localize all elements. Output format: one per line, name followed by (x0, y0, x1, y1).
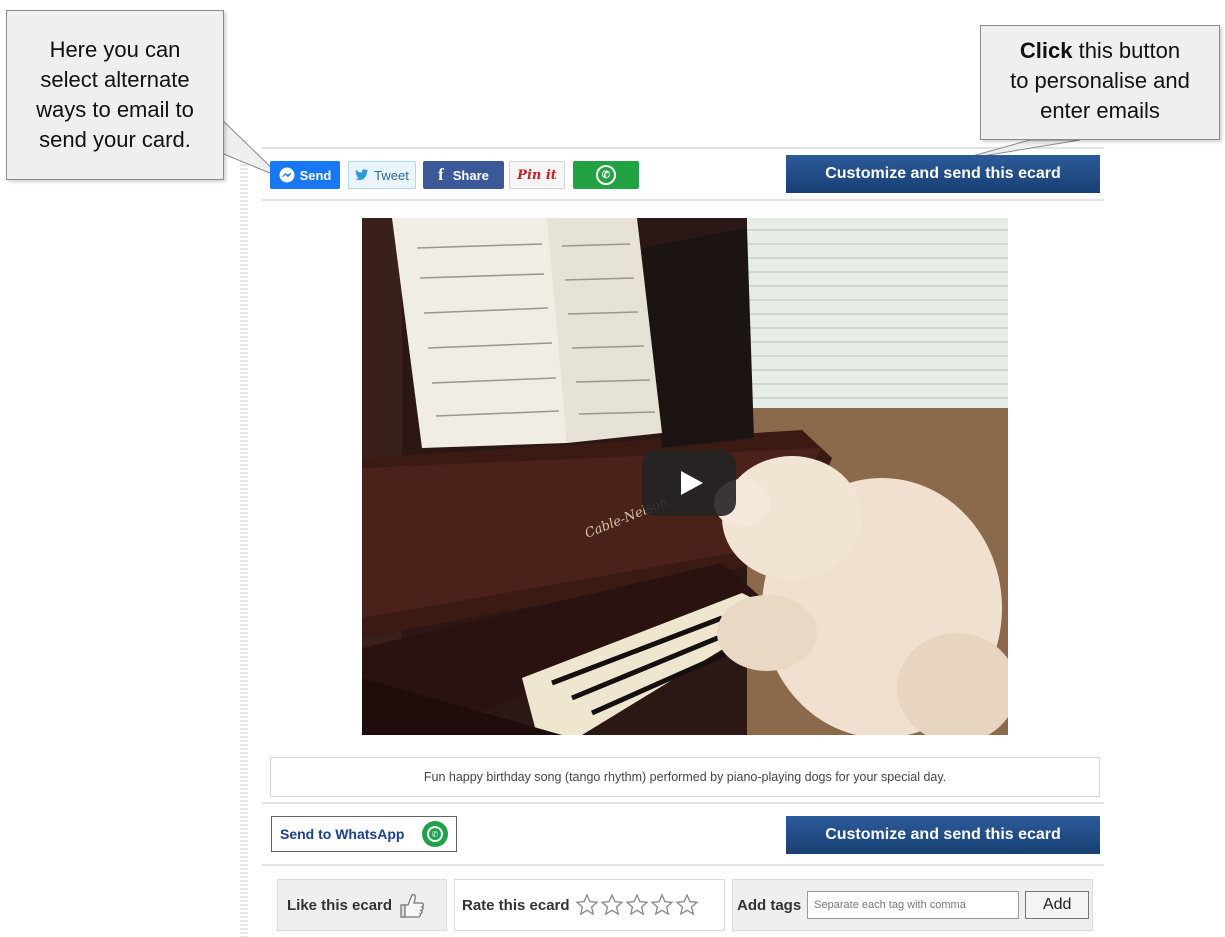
play-button[interactable] (642, 450, 736, 516)
callout-text: enter emails (1040, 98, 1160, 123)
divider-caption (262, 802, 1104, 804)
page-frame-border (240, 140, 248, 937)
star-icon[interactable] (574, 893, 599, 917)
like-label: Like this ecard (287, 896, 393, 914)
add-tag-button[interactable]: Add (1025, 891, 1090, 919)
video-player[interactable]: Cable-Nelson (362, 218, 1008, 735)
star-icon[interactable] (599, 893, 624, 917)
tags-input[interactable] (807, 891, 1020, 919)
facebook-label: Share (452, 167, 489, 183)
whatsapp-icon: ✆ (596, 165, 616, 185)
messenger-label: Send (299, 167, 332, 183)
callout-text: this button (1072, 38, 1181, 63)
pinterest-label: Pin it (517, 167, 557, 183)
callout-text: select alternate (40, 67, 190, 92)
messenger-send-button[interactable]: Send (270, 161, 340, 189)
messenger-icon (279, 167, 295, 183)
callout-text-line: Click this button (981, 36, 1219, 66)
customize-send-button-bottom[interactable]: Customize and send this ecard (786, 816, 1100, 854)
callout-text: to personalise and (1010, 68, 1190, 93)
callout-bold: Click (1019, 38, 1073, 63)
like-panel: Like this ecard (277, 879, 447, 931)
star-icon[interactable] (649, 893, 674, 917)
divider-actions (262, 864, 1104, 866)
ecard-description: Fun happy birthday song (tango rhythm) p… (270, 757, 1100, 797)
pinterest-button[interactable]: Pin it (509, 161, 565, 189)
star-rating (574, 893, 699, 917)
send-to-whatsapp-label: Send to WhatsApp (280, 826, 405, 842)
callout-text: ways to email to (36, 97, 194, 122)
customize-send-button-top[interactable]: Customize and send this ecard (786, 155, 1100, 193)
callout-text: send your card. (39, 127, 191, 152)
rate-panel: Rate this ecard (454, 879, 725, 931)
callout-text: Here you can (49, 37, 181, 62)
rate-label: Rate this ecard (462, 896, 570, 914)
callout-share-options: Here you can select alternate ways to em… (6, 10, 224, 180)
tweet-label: Tweet (374, 167, 409, 183)
send-to-whatsapp-button[interactable]: Send to WhatsApp ✆ (271, 816, 457, 852)
star-icon[interactable] (624, 893, 649, 917)
facebook-share-button[interactable]: f Share (423, 161, 504, 189)
facebook-f-icon: f (438, 165, 444, 184)
callout-customize: Click this button to personalise and ent… (980, 25, 1220, 140)
tags-label: Add tags (737, 896, 802, 914)
star-icon[interactable] (674, 893, 699, 917)
twitter-bird-icon (355, 169, 369, 181)
tags-panel: Add tags Add (732, 879, 1093, 931)
whatsapp-share-button[interactable]: ✆ (573, 161, 639, 189)
tweet-button[interactable]: Tweet (348, 161, 416, 189)
thumbs-up-icon[interactable] (398, 891, 426, 919)
whatsapp-icon: ✆ (422, 821, 448, 847)
play-icon (681, 471, 703, 495)
